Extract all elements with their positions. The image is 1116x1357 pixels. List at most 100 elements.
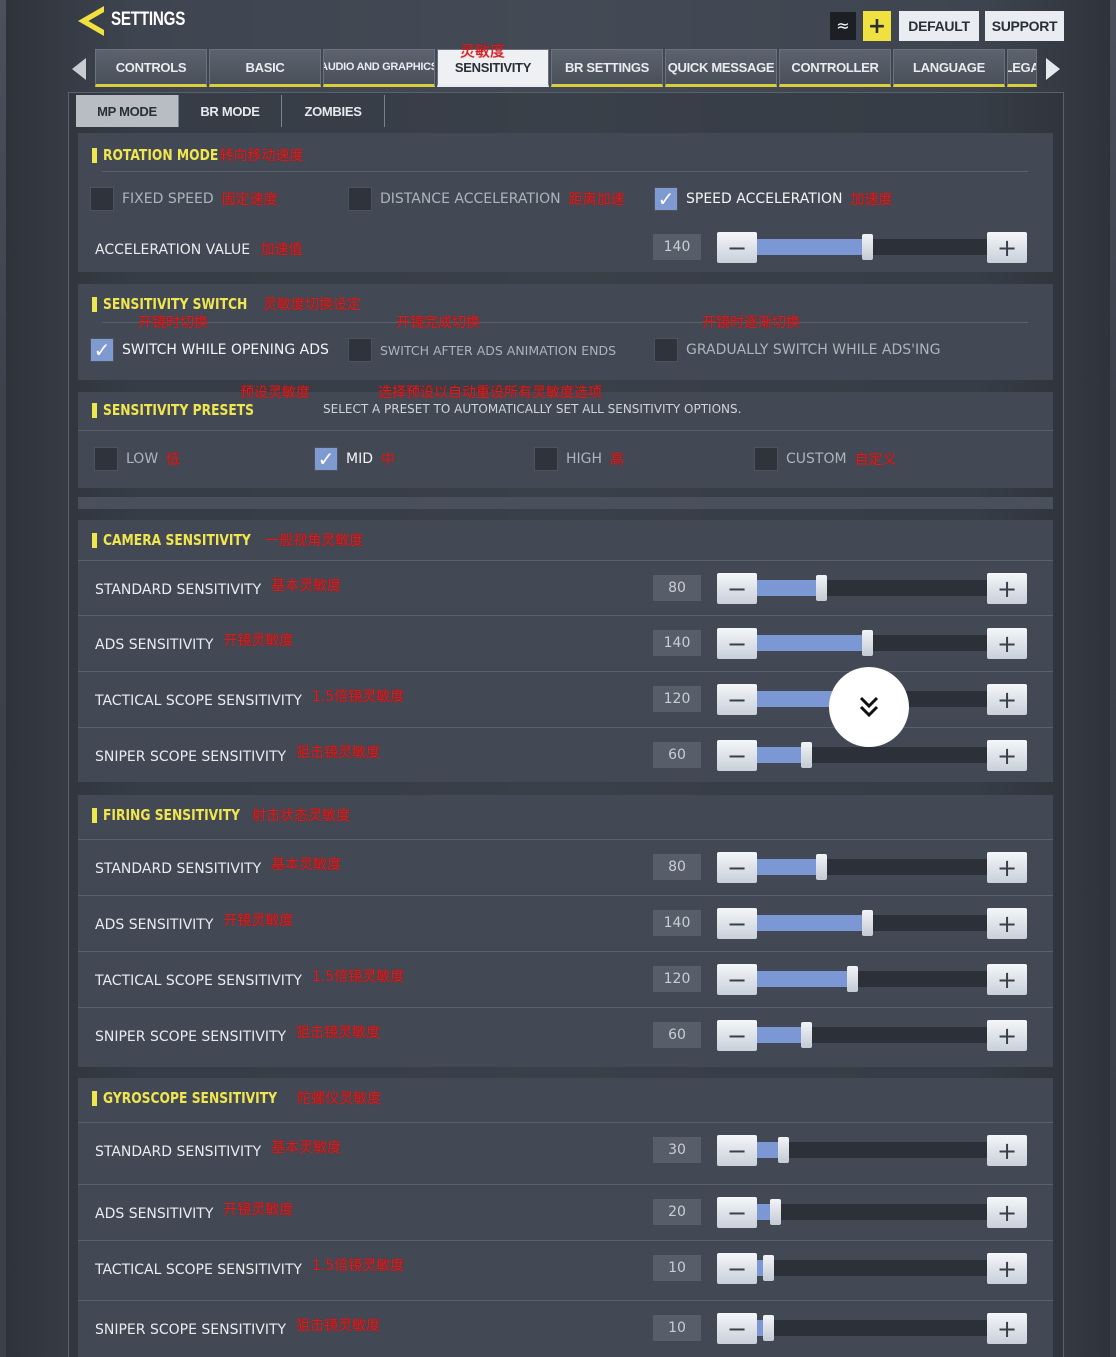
increase-button[interactable]: + xyxy=(987,852,1027,883)
slider-handle[interactable] xyxy=(778,1137,789,1163)
slider-track[interactable] xyxy=(757,234,987,260)
slider-track[interactable] xyxy=(757,630,987,656)
decrease-button[interactable]: − xyxy=(717,740,757,771)
checkmark-icon[interactable]: ✓ xyxy=(90,338,114,362)
decrease-button[interactable]: − xyxy=(717,1253,757,1284)
scroll-down-button[interactable] xyxy=(829,667,909,747)
slider-track[interactable] xyxy=(757,1199,987,1225)
slider-handle[interactable] xyxy=(847,966,858,992)
slider-handle[interactable] xyxy=(816,575,828,601)
slider-handle[interactable] xyxy=(862,910,874,936)
decrease-button[interactable]: − xyxy=(717,628,757,659)
subtab-mp-mode[interactable]: MP MODE xyxy=(76,95,179,127)
checkbox-option[interactable]: LOW 低 xyxy=(94,447,180,471)
default-button[interactable]: DEFAULT xyxy=(899,11,979,41)
slider-handle[interactable] xyxy=(762,1255,774,1281)
increase-button[interactable]: + xyxy=(987,573,1027,604)
support-button[interactable]: SUPPORT xyxy=(985,11,1064,41)
checkbox-option[interactable]: HIGH 高 xyxy=(534,447,624,471)
subtab-br-mode[interactable]: BR MODE xyxy=(179,95,282,127)
decrease-button[interactable]: − xyxy=(717,1313,757,1344)
checkbox-icon[interactable] xyxy=(348,338,372,362)
increase-button[interactable]: + xyxy=(987,1020,1027,1051)
slider-track[interactable] xyxy=(757,575,987,601)
decrease-button[interactable]: − xyxy=(717,573,757,604)
slider-track[interactable] xyxy=(757,1022,987,1048)
checkbox-icon[interactable] xyxy=(348,187,372,211)
row-label: SNIPER SCOPE SENSITIVITY xyxy=(95,1322,287,1338)
slider-track[interactable] xyxy=(757,742,987,768)
checkbox-option[interactable]: DISTANCE ACCELERATION 距离加速 xyxy=(348,187,625,211)
tab-language[interactable]: LANGUAGE xyxy=(893,49,1005,87)
sensitivity-row-label: STANDARD SENSITIVITY 基本灵敏度 xyxy=(95,578,341,599)
annotation: 1.5倍镜灵敏度 xyxy=(312,969,405,985)
slider-track[interactable] xyxy=(757,1255,987,1281)
decrease-button[interactable]: − xyxy=(717,1020,757,1051)
rank-icon[interactable]: ≈ xyxy=(830,12,856,40)
tab-basic[interactable]: BASIC xyxy=(209,49,321,87)
checkbox-icon[interactable] xyxy=(754,447,778,471)
slider-handle[interactable] xyxy=(862,630,874,656)
tab-audio-and-graphics[interactable]: AUDIO AND GRAPHICS xyxy=(323,49,435,87)
increase-button[interactable]: + xyxy=(987,1313,1027,1344)
increase-button[interactable]: + xyxy=(987,1197,1027,1228)
checkbox-icon[interactable] xyxy=(90,187,114,211)
increase-button[interactable]: + xyxy=(987,740,1027,771)
decrease-button[interactable]: − xyxy=(717,1197,757,1228)
rotation-mode-panel: ROTATION MODE 转向移动速度 FIXED SPEED 固定速度 DIST… xyxy=(78,133,1053,272)
slider-handle[interactable] xyxy=(801,1022,812,1048)
slider-handle[interactable] xyxy=(762,1315,774,1341)
sensitivity-row-label: ADS SENSITIVITY 开镜灵敏度 xyxy=(95,633,293,654)
mode-tabs: MP MODE BR MODE ZOMBIES xyxy=(76,95,385,127)
tab-controls[interactable]: CONTROLS xyxy=(95,49,207,87)
slider-handle[interactable] xyxy=(770,1199,782,1225)
slider-track[interactable] xyxy=(757,966,987,992)
tab-quick-message[interactable]: QUICK MESSAGE xyxy=(665,49,777,87)
increase-button[interactable]: + xyxy=(987,1253,1027,1284)
subtab-zombies[interactable]: ZOMBIES xyxy=(282,95,385,127)
decrease-button[interactable]: − xyxy=(717,1135,757,1166)
decrease-button[interactable]: − xyxy=(717,852,757,883)
slider-handle[interactable] xyxy=(816,854,828,880)
checkbox-option[interactable]: ✓ SWITCH WHILE OPENING ADS 开镜时切换 xyxy=(90,315,329,362)
add-button[interactable]: + xyxy=(863,11,891,41)
tab-lega[interactable]: LEGA xyxy=(1007,49,1037,87)
decrease-button[interactable]: − xyxy=(717,684,757,715)
increase-button[interactable]: + xyxy=(987,1135,1027,1166)
checkbox-option[interactable]: ✓ SPEED ACCELERATION 加速度 xyxy=(654,187,892,211)
increase-button[interactable]: + xyxy=(987,232,1027,263)
slider-handle[interactable] xyxy=(801,742,812,768)
increase-button[interactable]: + xyxy=(987,908,1027,939)
decrease-button[interactable]: − xyxy=(717,964,757,995)
checkbox-option[interactable]: CUSTOM 自定义 xyxy=(754,447,897,471)
slider-track[interactable] xyxy=(757,1315,987,1341)
firing-sensitivity-panel: FIRING SENSITIVITY 射击状态灵敏度 STANDARD SENSIT… xyxy=(78,795,1053,1067)
checkmark-icon[interactable]: ✓ xyxy=(314,447,338,471)
sensitivity-row-label: ADS SENSITIVITY 开镜灵敏度 xyxy=(95,1202,293,1223)
checkbox-icon[interactable] xyxy=(654,338,678,362)
checkbox-icon[interactable] xyxy=(534,447,558,471)
annotation: 选择预设以自动重设所有灵敏度选项 xyxy=(378,385,602,401)
increase-button[interactable]: + xyxy=(987,684,1027,715)
decrease-button[interactable]: − xyxy=(717,232,757,263)
checkbox-icon[interactable] xyxy=(94,447,118,471)
slider-fill xyxy=(757,580,819,596)
checkbox-option[interactable]: GRADUALLY SWITCH WHILE ADS'ING 开镜时逐渐切换 xyxy=(654,315,940,362)
tab-br-settings[interactable]: BR SETTINGS xyxy=(551,49,663,87)
slider-track[interactable] xyxy=(757,910,987,936)
sensitivity-row-label: STANDARD SENSITIVITY 基本灵敏度 xyxy=(95,1140,341,1161)
checkmark-icon[interactable]: ✓ xyxy=(654,187,678,211)
checkbox-option[interactable]: FIXED SPEED 固定速度 xyxy=(90,187,278,211)
checkbox-option[interactable]: SWITCH AFTER ADS ANIMATION ENDS 开镜完成切换 xyxy=(348,315,616,362)
increase-button[interactable]: + xyxy=(987,964,1027,995)
divider xyxy=(78,951,1053,952)
slider-track[interactable] xyxy=(757,1137,987,1163)
decrease-button[interactable]: − xyxy=(717,908,757,939)
tab-controller[interactable]: CONTROLLER xyxy=(779,49,891,87)
slider-fill xyxy=(757,635,865,651)
slider-track[interactable] xyxy=(757,854,987,880)
annotation: 射击状态灵敏度 xyxy=(252,808,351,824)
checkbox-option[interactable]: ✓ MID 中 xyxy=(314,447,395,471)
slider-handle[interactable] xyxy=(862,234,874,260)
increase-button[interactable]: + xyxy=(987,628,1027,659)
